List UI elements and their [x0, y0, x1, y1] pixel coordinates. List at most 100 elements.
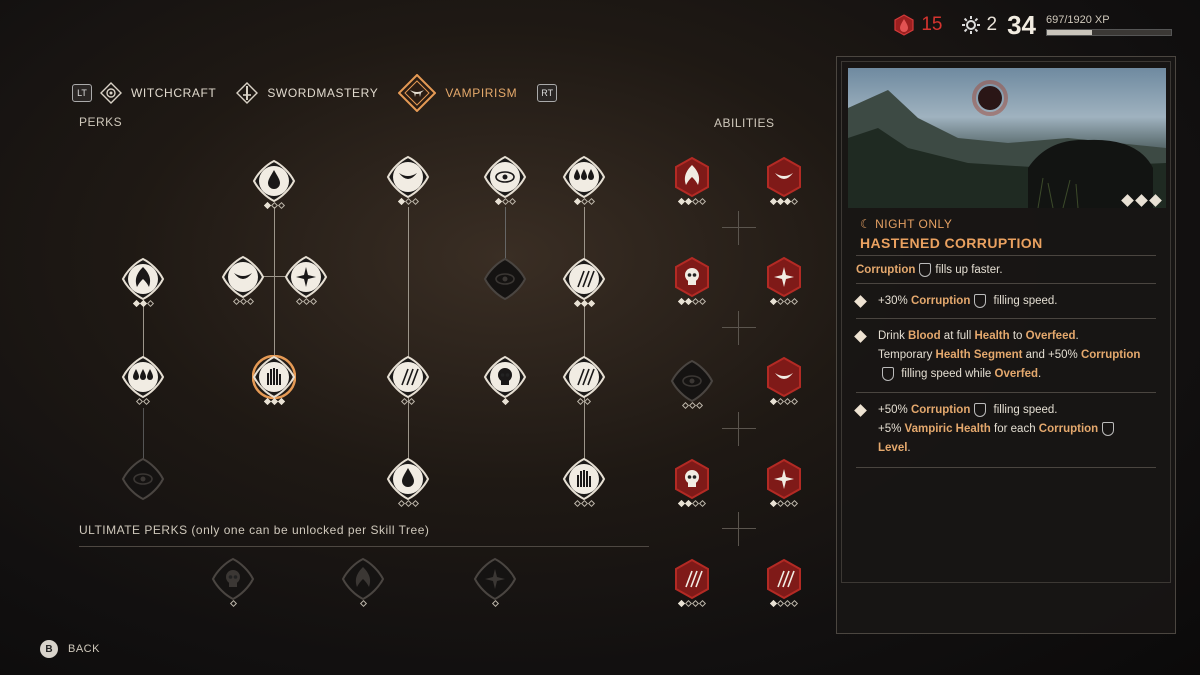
level-pip	[277, 397, 285, 406]
perk-node[interactable]	[386, 155, 430, 213]
level-pip	[411, 197, 419, 206]
ability-node[interactable]	[670, 255, 714, 313]
perk-node[interactable]	[483, 355, 527, 413]
claw-icon	[767, 558, 801, 600]
perk-level-pips	[386, 499, 430, 508]
details-frame: ☾ NIGHT ONLY HASTENED CORRUPTION Corrupt…	[841, 61, 1171, 583]
shield-icon	[974, 293, 987, 308]
drop-icon	[252, 159, 296, 203]
star-icon	[767, 256, 801, 298]
ultimate-perk-node[interactable]	[211, 557, 255, 615]
preview-scene	[848, 80, 1166, 208]
level-pip	[302, 297, 310, 306]
ultimate-perk-node[interactable]	[341, 557, 385, 615]
level-pip	[688, 401, 696, 410]
level-pip	[695, 401, 703, 410]
level-pip	[580, 197, 588, 206]
level-pip	[681, 401, 689, 410]
perk-node[interactable]	[562, 355, 606, 413]
ability-node[interactable]	[762, 557, 806, 615]
ability-node[interactable]	[762, 355, 806, 413]
level-pip	[1149, 194, 1162, 207]
level-pip	[491, 599, 499, 608]
ability-connector	[722, 311, 756, 345]
level-pip	[790, 499, 799, 508]
perk-node[interactable]	[284, 255, 328, 313]
night-only-tag: ☾ NIGHT ONLY	[860, 217, 953, 231]
perk-level-pips	[562, 197, 606, 206]
level-pip	[790, 599, 799, 608]
fang-icon	[767, 356, 801, 398]
level-pip	[404, 197, 412, 206]
perk-level-pips	[762, 499, 806, 508]
b-button-icon[interactable]: B	[40, 640, 58, 658]
ability-node[interactable]	[670, 557, 714, 615]
text: filling speed.	[990, 295, 1058, 307]
perk-level-pips	[483, 197, 527, 206]
perk-node[interactable]	[252, 159, 296, 217]
perk-node[interactable]	[121, 257, 165, 315]
level-pip	[790, 397, 799, 406]
text: filling speed while	[898, 368, 995, 380]
ability-node[interactable]	[670, 457, 714, 515]
perk-level-pips	[121, 299, 165, 308]
text: +5%	[878, 423, 905, 435]
level-pip	[1135, 194, 1148, 207]
perk-level-pips	[221, 297, 265, 306]
perk-node[interactable]	[562, 257, 606, 315]
keyword-corruption: Corruption	[910, 404, 971, 416]
drops-icon	[562, 155, 606, 199]
perk-node[interactable]	[221, 255, 265, 313]
fang-icon	[221, 255, 265, 299]
back-control[interactable]: B BACK	[40, 640, 100, 658]
perk-level-pips	[670, 197, 714, 206]
perk-node[interactable]	[483, 155, 527, 213]
ability-node[interactable]	[670, 359, 714, 417]
ability-node[interactable]	[762, 255, 806, 313]
ultimate-perk-node[interactable]	[473, 557, 517, 615]
star-icon	[767, 458, 801, 500]
level-pip	[270, 397, 278, 406]
skull-icon	[211, 557, 255, 601]
keyword-level: Level	[878, 442, 908, 454]
keyword-corruption: Corruption	[1080, 349, 1141, 361]
perk-level-pips	[252, 397, 296, 406]
text: at full	[940, 330, 975, 342]
drops-icon	[121, 355, 165, 399]
perk-level-pips	[211, 599, 255, 608]
ability-node[interactable]	[762, 457, 806, 515]
ability-node[interactable]	[762, 155, 806, 213]
keyword-overfeed: Overfeed	[1025, 330, 1076, 342]
level-pip	[407, 397, 416, 406]
selected-perk-node[interactable]	[252, 355, 296, 413]
perk-node[interactable]	[121, 457, 165, 515]
level-pip	[580, 499, 588, 508]
level-pip	[698, 197, 707, 206]
claw-icon	[386, 355, 430, 399]
perk-level-pips	[670, 297, 714, 306]
ability-node[interactable]	[670, 155, 714, 213]
level-pip	[573, 299, 581, 308]
text: filling speed.	[990, 404, 1058, 416]
level-pip	[263, 201, 271, 210]
level-pip	[132, 299, 140, 308]
level-3-text: +50% Corruption filling speed. +5% Vampi…	[878, 401, 1158, 458]
perk-level-pips	[562, 299, 606, 308]
connector-line	[505, 207, 506, 262]
perk-node[interactable]	[562, 155, 606, 213]
ability-connector	[722, 512, 756, 546]
perk-node[interactable]	[386, 457, 430, 515]
perk-node[interactable]	[121, 355, 165, 413]
flame-icon	[675, 156, 709, 198]
level-pip	[573, 197, 581, 206]
perk-node[interactable]	[386, 355, 430, 413]
level-2-text: Drink Blood at full Health to Overfeed. …	[878, 327, 1158, 384]
level-pip	[790, 297, 799, 306]
fang-icon	[767, 156, 801, 198]
text: to	[1009, 330, 1026, 342]
perk-node[interactable]	[562, 457, 606, 515]
perk-node[interactable]	[483, 257, 527, 315]
level-pip	[139, 299, 147, 308]
perk-level-pips	[670, 599, 714, 608]
eye-icon	[483, 155, 527, 199]
